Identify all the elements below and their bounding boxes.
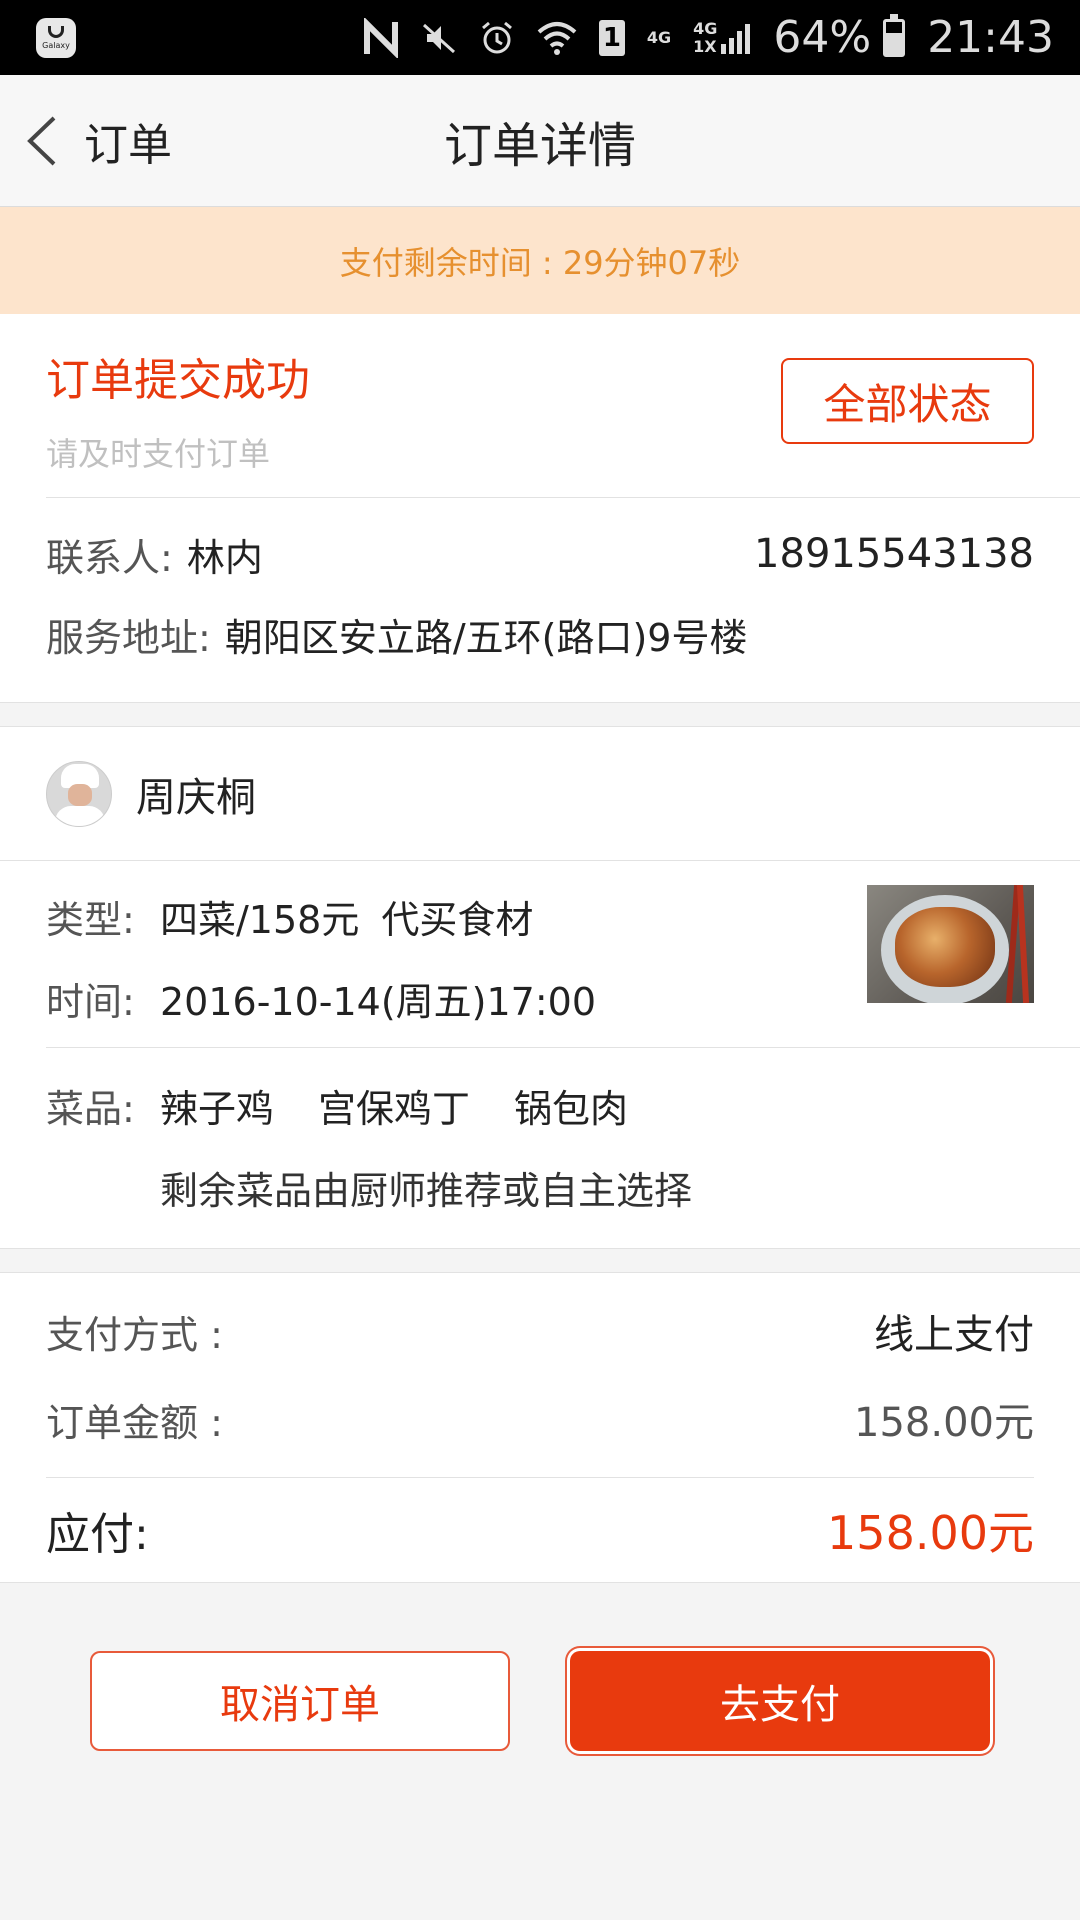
- network-4g-icon: 4G: [646, 27, 672, 47]
- contact-phone[interactable]: 18915543138: [754, 531, 1034, 577]
- service-card: 周庆桐 类型: 四菜/158元 代买食材 时间: 2016-10-14(周五)1…: [0, 727, 1080, 1248]
- order-status-subtitle: 请及时支付订单: [46, 435, 271, 473]
- dish-thumbnail-image[interactable]: [867, 885, 1034, 1003]
- dishes-label: 菜品:: [46, 1086, 135, 1131]
- order-amount-row: 订单金额 : 158.00元: [46, 1375, 1034, 1463]
- time-value: 2016-10-14(周五)17:00: [160, 979, 596, 1024]
- payment-method-value: 线上支付: [874, 1312, 1034, 1358]
- amount-due-label: 应付:: [46, 1509, 149, 1560]
- order-status-card: 订单提交成功 请及时支付订单 全部状态 联系人: 林内 18915543138 …: [0, 314, 1080, 702]
- section-gap: [0, 702, 1080, 727]
- back-button[interactable]: 订单: [24, 75, 172, 207]
- payment-method-label: 支付方式 :: [46, 1312, 223, 1357]
- battery-icon: [883, 13, 906, 57]
- chef-name: 周庆桐: [136, 774, 256, 821]
- address-value: 朝阳区安立路/五环(路口)9号楼: [224, 615, 748, 660]
- payment-countdown-notice: 支付剩余时间 : 29分钟07秒: [0, 207, 1080, 314]
- payment-method-row: 支付方式 : 线上支付: [46, 1287, 1034, 1375]
- time-label: 时间:: [46, 979, 135, 1024]
- type-label: 类型:: [46, 897, 135, 942]
- dishes-note: 剩余菜品由厨师推荐或自主选择: [160, 1168, 693, 1213]
- wifi-icon: [537, 20, 577, 56]
- action-bar: 取消订单 去支付: [0, 1583, 1080, 1751]
- amount-due-value: 158.00元: [827, 1506, 1034, 1560]
- address-row: 服务地址: 朝阳区安立路/五环(路口)9号楼: [46, 594, 1034, 674]
- net-label-top: 4G: [646, 27, 672, 47]
- sim-icon: 1: [598, 19, 625, 56]
- net-label-mid: 4G: [693, 18, 718, 38]
- amount-due-row: 应付: 158.00元: [0, 1478, 1080, 1582]
- contact-name: 林内: [186, 535, 263, 580]
- dish-item: 辣子鸡: [160, 1086, 275, 1131]
- net-label-bottom: 1X: [693, 36, 717, 56]
- address-label: 服务地址:: [46, 615, 211, 660]
- chevron-left-icon: [27, 116, 56, 166]
- alarm-icon: [479, 20, 515, 56]
- order-status-title: 订单提交成功: [46, 355, 310, 406]
- type-value: 四菜/158元: [160, 897, 360, 942]
- status-bar: Galaxy 1 4G 4G 1X 64% 21:43: [0, 0, 1080, 75]
- chef-avatar: [46, 760, 112, 827]
- contact-label: 联系人:: [46, 535, 173, 580]
- dish-item: 宫保鸡丁: [318, 1086, 471, 1131]
- order-amount-value: 158.00元: [854, 1400, 1034, 1446]
- order-amount-label: 订单金额 :: [46, 1400, 223, 1445]
- all-status-button[interactable]: 全部状态: [781, 358, 1034, 444]
- dishes-row: 菜品: 辣子鸡 宫保鸡丁 锅包肉: [46, 1064, 1034, 1146]
- nav-bar: 订单 订单详情: [0, 75, 1080, 207]
- type-extra: 代买食材: [381, 897, 534, 942]
- nfc-icon: [363, 17, 399, 58]
- cancel-order-button[interactable]: 取消订单: [90, 1651, 510, 1751]
- galaxy-app-icon: Galaxy: [36, 17, 76, 58]
- dish-item: 锅包肉: [514, 1086, 629, 1131]
- section-gap: [0, 1248, 1080, 1273]
- battery-percent: 64%: [773, 12, 872, 63]
- contact-row: 联系人: 林内 18915543138: [46, 514, 1034, 594]
- chef-row[interactable]: 周庆桐: [0, 727, 1080, 860]
- galaxy-label: Galaxy: [42, 40, 70, 50]
- payment-card: 支付方式 : 线上支付 订单金额 : 158.00元 应付: 158.00元: [0, 1273, 1080, 1582]
- pay-button[interactable]: 去支付: [570, 1651, 990, 1751]
- back-label: 订单: [84, 120, 172, 171]
- clock: 21:43: [927, 12, 1054, 63]
- mute-icon: [421, 20, 457, 56]
- network-signal-icon: 4G 1X: [693, 20, 751, 55]
